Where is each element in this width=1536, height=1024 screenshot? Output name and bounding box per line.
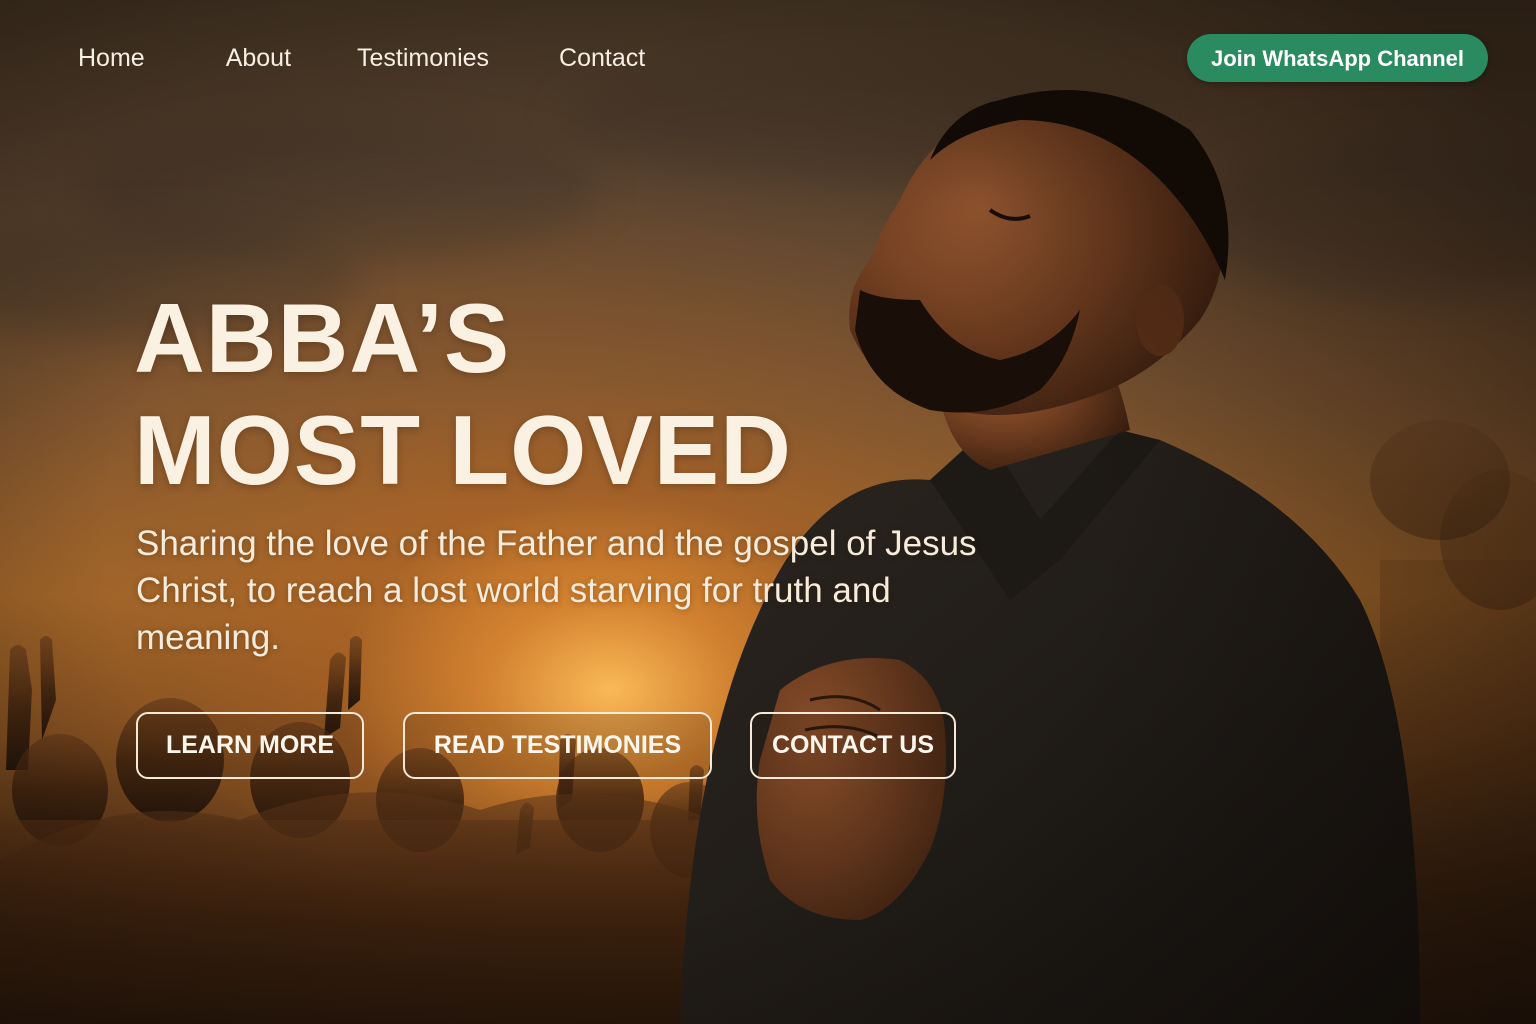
nav-home-link[interactable]: Home — [78, 36, 145, 80]
praying-man-image — [680, 90, 1420, 1024]
hero-subtitle: Sharing the love of the Father and the g… — [136, 524, 977, 657]
hero-title-line-1: ABBA’S — [134, 283, 511, 393]
nav-testimonies-link[interactable]: Testimonies — [357, 36, 489, 80]
contact-us-button[interactable]: CONTACT US — [750, 712, 956, 779]
hero-title-line-2: MOST LOVED — [134, 395, 792, 505]
nav-about-link[interactable]: About — [226, 36, 291, 80]
learn-more-button[interactable]: LEARN MORE — [136, 712, 364, 779]
hero-title: ABBA’S MOST LOVED — [134, 282, 792, 506]
read-testimonies-button[interactable]: READ TESTIMONIES — [403, 712, 712, 779]
hero-section: Home About Testimonies Contact Join What… — [0, 0, 1536, 1024]
top-navigation: Home About Testimonies Contact — [78, 36, 711, 80]
nav-contact-link[interactable]: Contact — [559, 36, 645, 80]
join-whatsapp-channel-button[interactable]: Join WhatsApp Channel — [1187, 34, 1488, 82]
